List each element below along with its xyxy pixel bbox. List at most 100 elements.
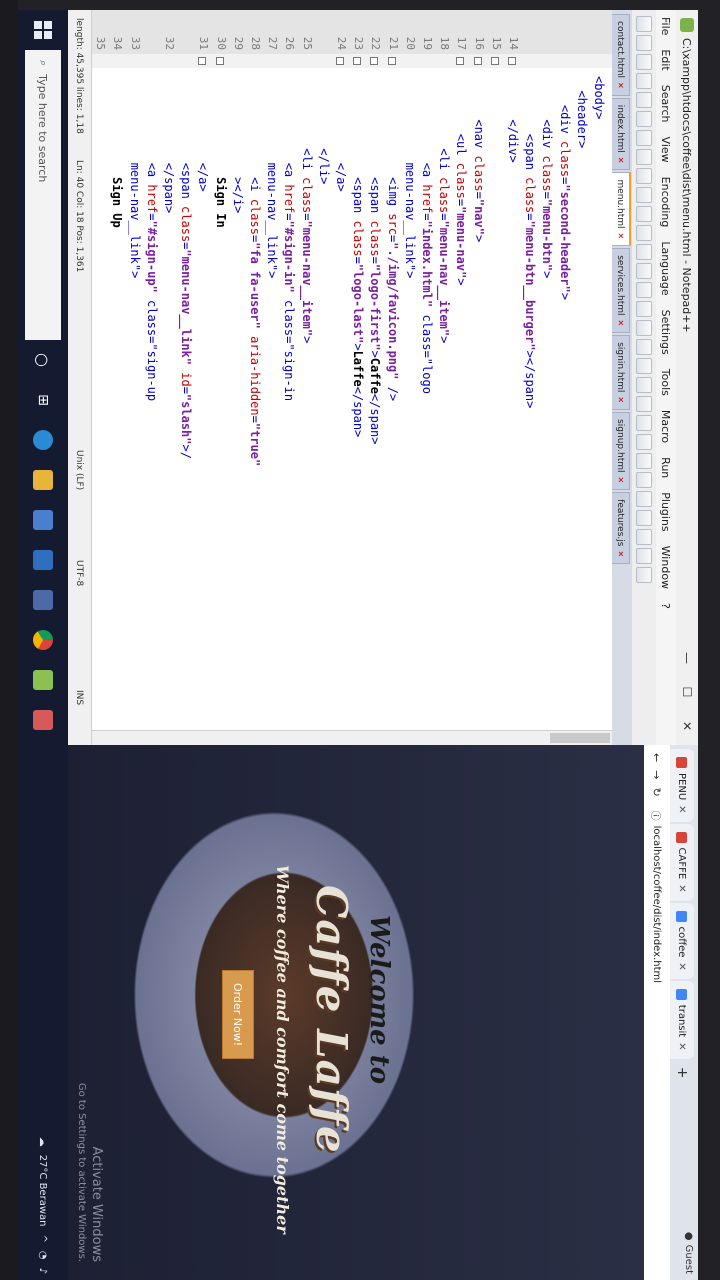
close-tab-icon[interactable]: ✕ bbox=[616, 550, 625, 557]
close-tab-icon[interactable]: ✕ bbox=[616, 396, 625, 403]
replace-icon[interactable] bbox=[636, 263, 652, 279]
maximize-button[interactable]: ☐ bbox=[676, 675, 698, 709]
document-tab[interactable]: menu.html ✕ bbox=[612, 172, 631, 247]
volume-icon[interactable]: ♪ bbox=[38, 1268, 49, 1274]
tray-chevron-icon[interactable]: ^ bbox=[38, 1234, 49, 1242]
close-tab-icon[interactable]: ✕ bbox=[616, 320, 625, 327]
fold-toggle[interactable] bbox=[353, 57, 362, 65]
save-icon[interactable] bbox=[636, 54, 652, 70]
monitor-icon[interactable] bbox=[636, 472, 652, 488]
menu-item[interactable]: Search bbox=[660, 78, 673, 130]
record-icon[interactable] bbox=[636, 491, 652, 507]
menu-item[interactable]: Window bbox=[660, 539, 673, 596]
document-tab[interactable]: signin.html ✕ bbox=[612, 335, 630, 411]
fold-toggle[interactable] bbox=[370, 57, 379, 65]
file-explorer-icon[interactable] bbox=[18, 460, 68, 500]
fold-toggle[interactable] bbox=[198, 57, 207, 65]
code-editor[interactable]: <body> <header> <div class="second-heade… bbox=[25, 10, 612, 745]
save-all-icon[interactable] bbox=[636, 73, 652, 89]
close-tab-icon[interactable]: ✕ bbox=[616, 157, 625, 164]
reload-icon[interactable]: ↻ bbox=[651, 787, 664, 796]
edge-icon[interactable] bbox=[18, 420, 68, 460]
close-button[interactable]: ✕ bbox=[676, 709, 698, 743]
calendar-icon[interactable] bbox=[18, 580, 68, 620]
play-icon[interactable] bbox=[636, 529, 652, 545]
close-tab-icon[interactable]: ✕ bbox=[616, 82, 625, 89]
menu-item[interactable]: Language bbox=[660, 234, 673, 302]
back-icon[interactable]: ← bbox=[651, 753, 664, 762]
browser-tab[interactable]: CAFFE ✕ bbox=[670, 823, 694, 901]
browser-tab[interactable]: coffee ✕ bbox=[670, 902, 694, 979]
fold-toggle[interactable] bbox=[336, 57, 344, 65]
menu-item[interactable]: File bbox=[660, 10, 673, 42]
browser-tab[interactable]: PENU ✕ bbox=[670, 749, 694, 822]
browser-tab[interactable]: transit ✕ bbox=[670, 980, 694, 1059]
fold-toggle[interactable] bbox=[456, 57, 465, 65]
document-tab[interactable]: features.js ✕ bbox=[612, 492, 630, 565]
close-tab-icon[interactable]: ✕ bbox=[677, 884, 688, 892]
open-file-icon[interactable] bbox=[636, 35, 652, 51]
notepadpp-taskbar-icon[interactable] bbox=[18, 660, 68, 700]
document-tab[interactable]: index.html ✕ bbox=[612, 97, 630, 171]
close-tab-icon[interactable]: ✕ bbox=[677, 805, 688, 813]
close-tab-icon[interactable]: ✕ bbox=[677, 962, 688, 970]
zoom-out-icon[interactable] bbox=[636, 301, 652, 317]
menu-item[interactable]: Tools bbox=[660, 362, 673, 403]
fold-toggle[interactable] bbox=[215, 57, 224, 65]
new-file-icon[interactable] bbox=[636, 16, 652, 32]
zoom-in-icon[interactable] bbox=[636, 282, 652, 298]
document-tab[interactable]: contact.html ✕ bbox=[612, 14, 630, 96]
fold-toggle[interactable] bbox=[387, 57, 396, 65]
stop-icon[interactable] bbox=[636, 510, 652, 526]
menu-item[interactable]: Encoding bbox=[660, 170, 673, 235]
document-tab[interactable]: signup.html ✕ bbox=[612, 412, 630, 491]
copy-icon[interactable] bbox=[636, 168, 652, 184]
taskbar-search[interactable]: ⌕ Type here to search bbox=[25, 50, 61, 340]
menu-item[interactable]: ? bbox=[660, 596, 673, 616]
word-wrap-icon[interactable] bbox=[636, 358, 652, 374]
sync-v-icon[interactable] bbox=[636, 320, 652, 336]
cut-icon[interactable] bbox=[636, 149, 652, 165]
close-tab-icon[interactable]: ✕ bbox=[677, 1042, 688, 1050]
close-tab-icon[interactable]: ✕ bbox=[616, 233, 625, 240]
close-icon[interactable] bbox=[636, 92, 652, 108]
undo-icon[interactable] bbox=[636, 206, 652, 222]
start-button[interactable] bbox=[18, 10, 68, 50]
indent-guide-icon[interactable] bbox=[636, 396, 652, 412]
fold-toggle[interactable] bbox=[490, 57, 499, 65]
menu-item[interactable]: Edit bbox=[660, 42, 673, 77]
find-icon[interactable] bbox=[636, 244, 652, 260]
show-all-icon[interactable] bbox=[636, 377, 652, 393]
cortana-icon[interactable]: ○ bbox=[18, 340, 68, 380]
menu-item[interactable]: Plugins bbox=[660, 485, 673, 538]
order-now-button[interactable]: Order Now! bbox=[222, 970, 254, 1060]
forward-icon[interactable]: → bbox=[651, 770, 664, 779]
save-macro-icon[interactable] bbox=[636, 567, 652, 583]
guest-profile[interactable]: ● Guest bbox=[683, 1232, 694, 1274]
folder-icon[interactable] bbox=[636, 453, 652, 469]
fold-toggle[interactable] bbox=[508, 57, 516, 65]
redo-icon[interactable] bbox=[636, 225, 652, 241]
close-all-icon[interactable] bbox=[636, 111, 652, 127]
menu-item[interactable]: Run bbox=[660, 450, 673, 485]
vertical-scrollbar[interactable] bbox=[92, 730, 612, 745]
menu-item[interactable]: View bbox=[660, 130, 673, 170]
doc-map-icon[interactable] bbox=[636, 415, 652, 431]
app-icon[interactable] bbox=[18, 700, 68, 740]
scrollbar-thumb[interactable] bbox=[550, 733, 610, 743]
print-icon[interactable] bbox=[636, 130, 652, 146]
store-icon[interactable] bbox=[18, 500, 68, 540]
menu-item[interactable]: Settings bbox=[660, 303, 673, 362]
task-view-icon[interactable]: ⊞ bbox=[18, 380, 68, 420]
address-bar[interactable]: ⓘ localhost/coffee/dist/index.html bbox=[650, 811, 665, 983]
fold-toggle[interactable] bbox=[473, 57, 482, 65]
chrome-icon[interactable] bbox=[18, 620, 68, 660]
menu-item[interactable]: Macro bbox=[660, 403, 673, 450]
close-tab-icon[interactable]: ✕ bbox=[616, 477, 625, 484]
minimize-button[interactable]: — bbox=[676, 641, 698, 675]
mail-icon[interactable] bbox=[18, 540, 68, 580]
paste-icon[interactable] bbox=[636, 187, 652, 203]
document-tab[interactable]: services.html ✕ bbox=[612, 248, 630, 334]
sync-h-icon[interactable] bbox=[636, 339, 652, 355]
network-icon[interactable]: ◔ bbox=[38, 1251, 49, 1260]
